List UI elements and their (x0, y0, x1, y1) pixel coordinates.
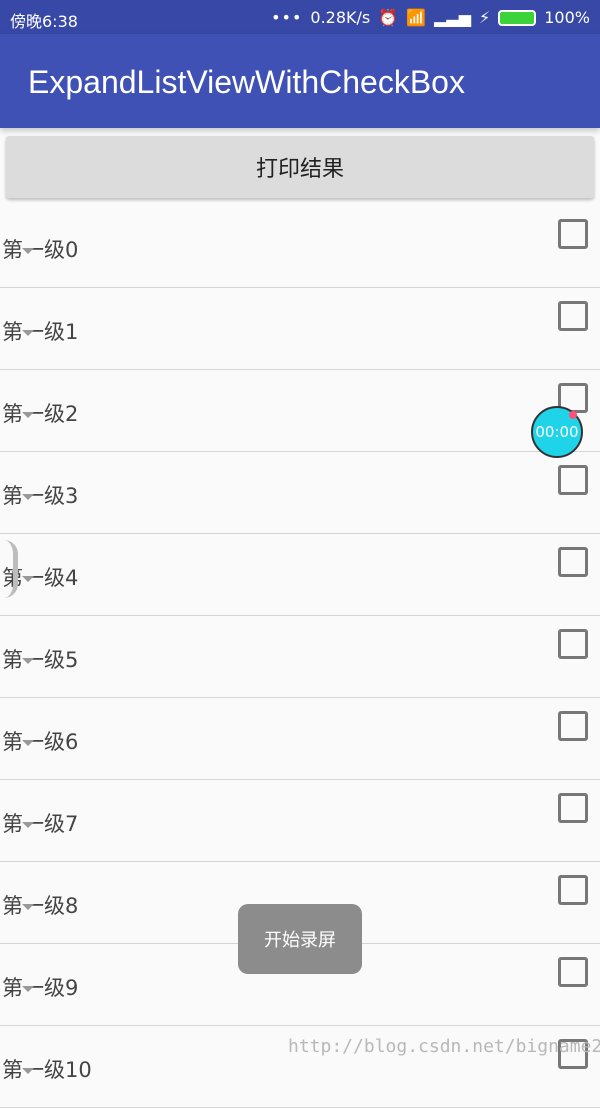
record-dot-icon (569, 411, 577, 419)
expand-arrow-icon (22, 494, 34, 500)
expand-arrow-icon (22, 412, 34, 418)
list-item[interactable]: 第一级3 (0, 452, 600, 534)
group-label: 第一级10 (2, 1058, 92, 1082)
group-label: 第一级5 (2, 648, 79, 672)
screen-record-timer[interactable]: 00:00 (531, 406, 583, 458)
list-item[interactable]: 第一级6 (0, 698, 600, 780)
wifi-icon: 📶 (406, 8, 427, 27)
group-checkbox[interactable] (558, 957, 588, 987)
expand-arrow-icon (22, 248, 34, 254)
list-item[interactable]: 第一级4 (0, 534, 600, 616)
network-speed: 0.28K/s (310, 8, 371, 27)
list-item[interactable]: 第一级2 (0, 370, 600, 452)
expand-arrow-icon (22, 904, 34, 910)
app-bar: ExpandListViewWithCheckBox (0, 34, 600, 128)
expand-arrow-icon (22, 330, 34, 336)
charging-icon: ⚡ (479, 8, 491, 27)
group-checkbox[interactable] (558, 465, 588, 495)
group-checkbox[interactable] (558, 793, 588, 823)
group-label: 第一级2 (2, 402, 79, 426)
expand-arrow-icon (22, 740, 34, 746)
group-label: 第一级0 (2, 238, 79, 262)
signal-icon: ▂▃▅ (434, 8, 472, 27)
timer-text: 00:00 (535, 423, 579, 441)
list-item[interactable]: 第一级5 (0, 616, 600, 698)
app-title: ExpandListViewWithCheckBox (28, 64, 465, 100)
list-item[interactable]: 第一级0 (0, 206, 600, 288)
group-label: 第一级6 (2, 730, 79, 754)
list-item[interactable]: 第一级1 (0, 288, 600, 370)
start-recording-toast: 开始录屏 (238, 904, 362, 974)
group-checkbox[interactable] (558, 547, 588, 577)
expand-arrow-icon (22, 986, 34, 992)
group-label: 第一级9 (2, 976, 79, 1000)
group-checkbox[interactable] (558, 875, 588, 905)
touch-indicator (4, 540, 18, 598)
alarm-icon: ⏰ (378, 8, 399, 27)
group-label: 第一级8 (2, 894, 79, 918)
battery-percent: 100% (544, 8, 590, 27)
group-checkbox[interactable] (558, 301, 588, 331)
status-bar: 傍晚6:38 ••• 0.28K/s ⏰ 📶 ▂▃▅ ⚡ 100% (0, 0, 600, 34)
group-checkbox[interactable] (558, 219, 588, 249)
status-time: 傍晚6:38 (10, 12, 78, 31)
group-label: 第一级3 (2, 484, 79, 508)
group-label: 第一级1 (2, 320, 79, 344)
group-checkbox[interactable] (558, 629, 588, 659)
expand-arrow-icon (22, 576, 34, 582)
group-checkbox[interactable] (558, 711, 588, 741)
expand-arrow-icon (22, 822, 34, 828)
status-right: ••• 0.28K/s ⏰ 📶 ▂▃▅ ⚡ 100% (271, 8, 590, 27)
notification-dots: ••• (271, 8, 303, 27)
list-item[interactable]: 第一级7 (0, 780, 600, 862)
expand-arrow-icon (22, 658, 34, 664)
watermark: http://blog.csdn.net/bigname22 (288, 1036, 600, 1057)
group-label: 第一级7 (2, 812, 79, 836)
battery-icon (498, 9, 537, 26)
expand-arrow-icon (22, 1068, 34, 1074)
print-result-button[interactable]: 打印结果 (6, 136, 594, 198)
